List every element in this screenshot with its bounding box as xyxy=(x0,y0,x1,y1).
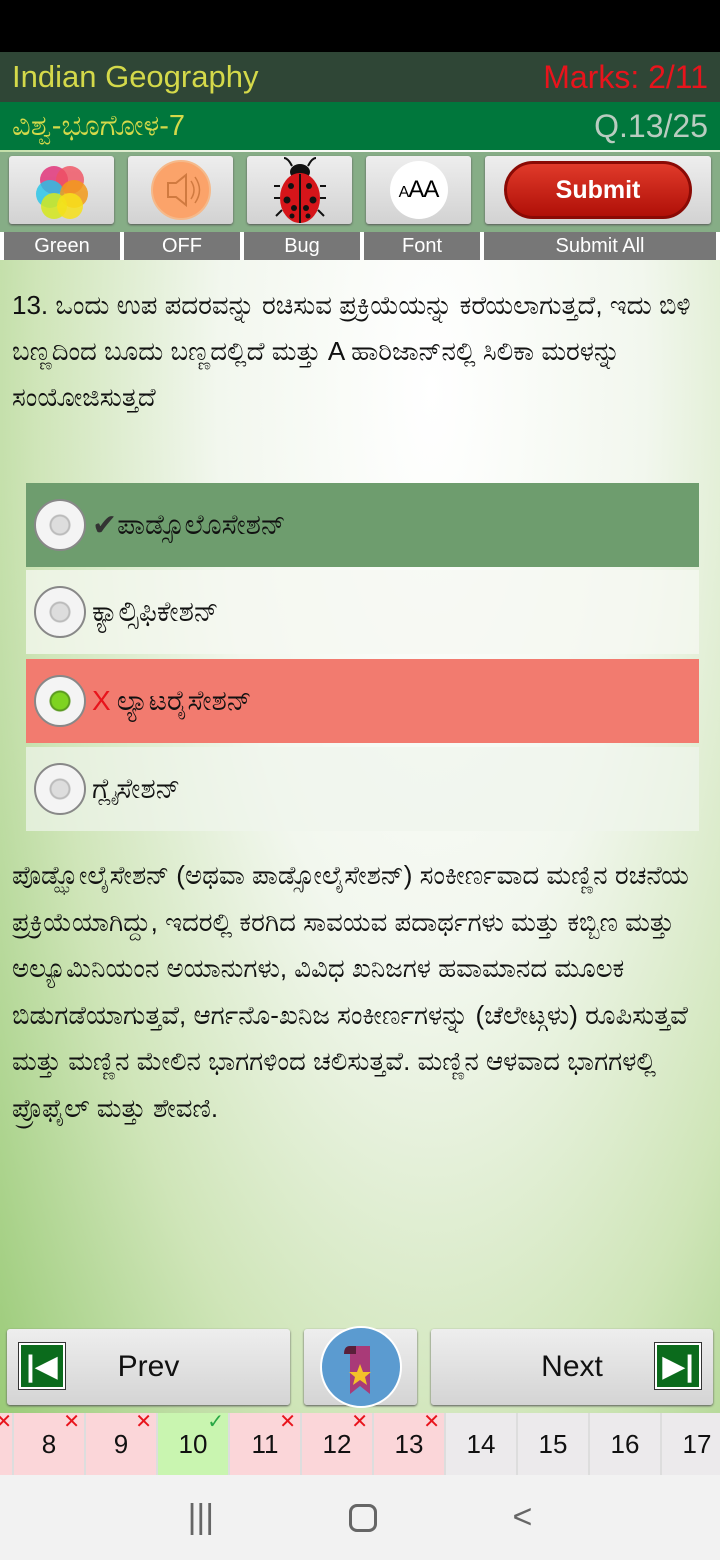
color-palette-icon xyxy=(35,166,88,219)
question-chip[interactable]: 13 ✕ xyxy=(374,1411,444,1475)
chip-number: 13 xyxy=(394,1428,424,1459)
question-chip[interactable]: 9 ✕ xyxy=(86,1411,156,1475)
font-size-icon: AAA xyxy=(389,161,448,219)
skip-back-icon: |◀ xyxy=(18,1342,66,1390)
question-chip-partial[interactable]: ✕ xyxy=(0,1411,12,1475)
wrong-mark-icon: ✕ xyxy=(63,1411,80,1433)
question-counter: Q.13/25 xyxy=(594,107,708,144)
radio-button[interactable] xyxy=(34,763,86,815)
ladybug-icon xyxy=(273,157,326,223)
question-chip[interactable]: 16 xyxy=(590,1413,660,1475)
question-strip[interactable]: ✕ 8 ✕ 9 ✕ 10 ✓ 11 ✕ 12 ✕ 13 ✕ 14 15 16 17 xyxy=(0,1411,720,1475)
check-mark-icon: ✓ xyxy=(207,1411,224,1433)
option-1[interactable]: ✔ ಪಾಡ್ಸೊಲೊಸೇಶನ್ xyxy=(26,483,699,567)
chip-number: 17 xyxy=(682,1428,712,1459)
chip-number: 8 xyxy=(41,1428,57,1459)
back-icon[interactable]: < xyxy=(513,1498,533,1537)
skip-forward-icon: ▶| xyxy=(654,1342,702,1390)
wrong-mark-icon: ✕ xyxy=(135,1411,152,1433)
speaker-icon xyxy=(150,160,211,220)
bug-label[interactable]: Bug xyxy=(244,232,360,260)
radio-button[interactable] xyxy=(34,499,86,551)
wrong-mark-icon: ✕ xyxy=(0,1411,12,1433)
correct-check-icon: ✔ xyxy=(92,508,118,542)
option-label: ಗ್ಲೈಸೇಶನ್ xyxy=(92,772,181,804)
marks-counter: Marks: 2/11 xyxy=(543,58,708,95)
chip-number: 11 xyxy=(251,1428,279,1459)
question-chip[interactable]: 17 xyxy=(662,1413,720,1475)
next-button[interactable]: Next ▶| xyxy=(431,1329,713,1405)
prev-button[interactable]: |◀ Prev xyxy=(7,1329,290,1405)
submit-button[interactable]: Submit xyxy=(504,161,692,219)
app-title: Indian Geography xyxy=(12,59,259,94)
sound-toggle-button[interactable] xyxy=(128,156,233,224)
chip-number: 15 xyxy=(538,1428,568,1459)
bookmark-button[interactable] xyxy=(304,1326,417,1408)
recent-apps-icon[interactable]: ||| xyxy=(188,1498,215,1537)
question-text: 13. ಒಂದು ಉಪ ಪದರವನ್ನು ರಚಿಸುವ ಪ್ರಕ್ರಿಯೆಯನ್… xyxy=(12,290,691,412)
question-chip[interactable]: 15 xyxy=(518,1413,588,1475)
next-label: Next xyxy=(541,1350,603,1383)
question-chip[interactable]: 10 ✓ xyxy=(158,1411,228,1475)
status-bar xyxy=(0,0,720,52)
wrong-mark-icon: ✕ xyxy=(279,1411,296,1433)
theme-label[interactable]: Green xyxy=(4,232,120,260)
prev-label: Prev xyxy=(117,1350,180,1383)
wrong-mark-icon: ✕ xyxy=(351,1411,368,1433)
bookmark-star-icon xyxy=(319,1326,402,1408)
home-icon[interactable] xyxy=(349,1503,378,1532)
font-label[interactable]: Font xyxy=(364,232,480,260)
question-chip[interactable]: 11 ✕ xyxy=(230,1411,300,1475)
font-size-button[interactable]: AAA xyxy=(366,156,471,224)
radio-button[interactable] xyxy=(34,586,86,638)
sound-label[interactable]: OFF xyxy=(124,232,240,260)
explanation-text: ಪೊಡ್ಝೋಲೈಸೇಶನ್ (ಅಥವಾ ಪಾಡ್ಸೋಲೈಸೇಶನ್) ಸಂಕೀರ… xyxy=(12,860,689,1123)
radio-button-selected[interactable] xyxy=(34,675,86,727)
toolbar: AAA Submit xyxy=(0,152,720,232)
question-chip[interactable]: 14 xyxy=(446,1413,516,1475)
chip-number: 14 xyxy=(466,1428,496,1459)
theme-button[interactable] xyxy=(9,156,114,224)
option-label: ಕ್ಯಾಲ್ಸಿಫಿಕೇಶನ್ xyxy=(92,595,219,627)
option-2[interactable]: ಕ್ಯಾಲ್ಸಿಫಿಕೇಶನ್ xyxy=(26,570,699,654)
system-nav-bar: ||| < xyxy=(0,1475,720,1560)
question-chip[interactable]: 12 ✕ xyxy=(302,1411,372,1475)
toolbar-labels: Green OFF Bug Font Submit All xyxy=(0,232,720,260)
app-header: Indian Geography Marks: 2/11 xyxy=(0,52,720,102)
wrong-mark-icon: ✕ xyxy=(423,1411,440,1433)
option-label: ಪಾಡ್ಸೊಲೊಸೇಶನ್ xyxy=(117,508,286,540)
question-chip[interactable]: 8 ✕ xyxy=(14,1411,84,1475)
wrong-x-icon: X xyxy=(92,685,111,716)
submit-all-label[interactable]: Submit All xyxy=(484,232,716,260)
chip-number: 9 xyxy=(113,1428,129,1459)
sub-header: ವಿಶ್ವ-ಭೂಗೋಳ-7 Q.13/25 xyxy=(0,102,720,150)
quiz-title: ವಿಶ್ವ-ಭೂಗೋಳ-7 xyxy=(12,109,185,142)
report-bug-button[interactable] xyxy=(247,156,352,224)
option-4[interactable]: ಗ್ಲೈಸೇಶನ್ xyxy=(26,747,699,831)
chip-number: 10 xyxy=(178,1428,208,1459)
chip-number: 16 xyxy=(610,1428,640,1459)
option-label: ಲ್ಯಾಟರೈಸೇಶನ್ xyxy=(116,684,252,716)
chip-number: 12 xyxy=(322,1428,352,1459)
font-size-icon-text: AAA xyxy=(398,176,440,203)
submit-button-container: Submit xyxy=(485,156,711,224)
option-3[interactable]: X ಲ್ಯಾಟರೈಸೇಶನ್ xyxy=(26,659,699,743)
